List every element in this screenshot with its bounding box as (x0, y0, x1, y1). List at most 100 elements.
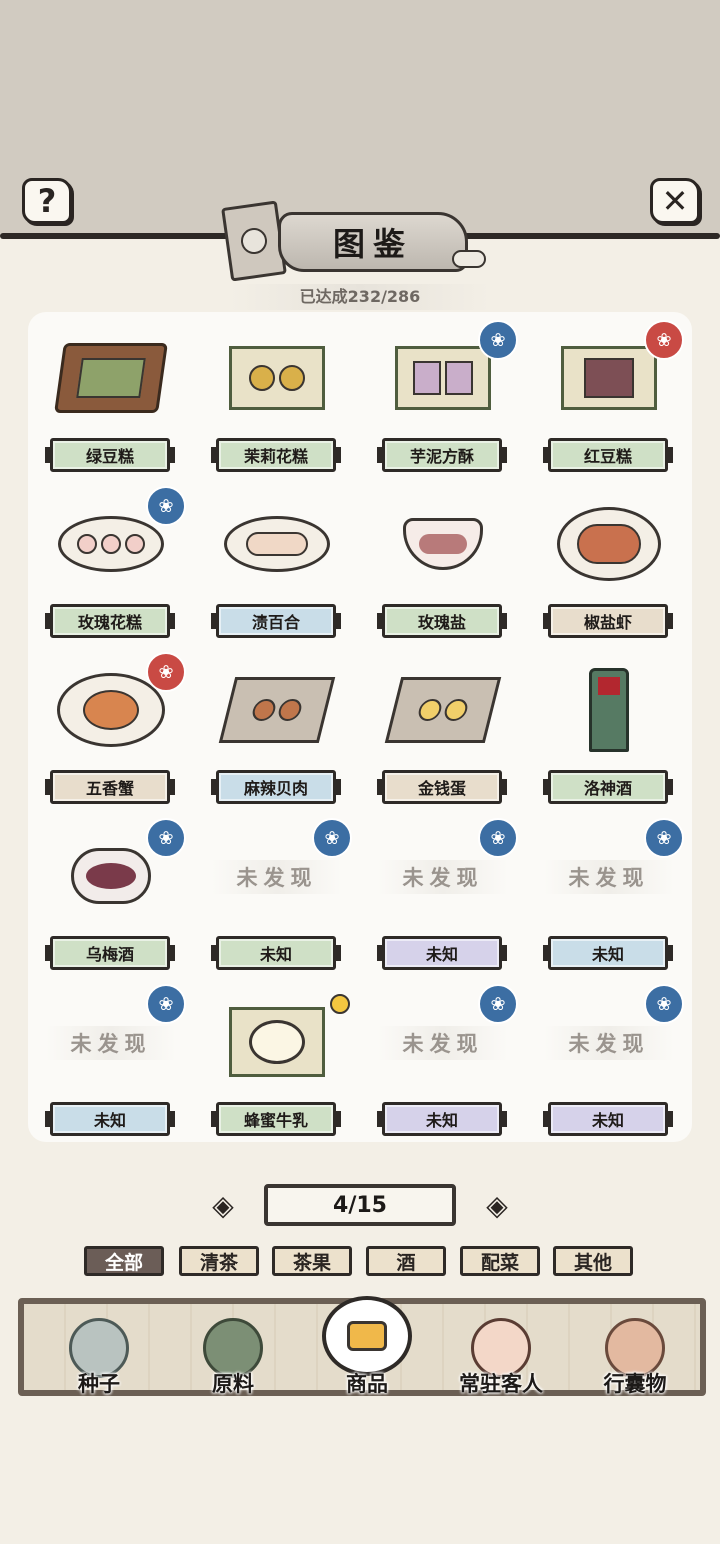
question-icon: ? (37, 182, 57, 220)
plate-shrimp-icon (544, 494, 674, 594)
red-ribbon-badge-icon: ❀ (644, 320, 684, 360)
bowl-rose-salt-icon (378, 494, 508, 594)
collection-item[interactable]: 未发现 ❀ 未知 (28, 984, 194, 1150)
item-name-label: 红豆糕 (543, 438, 673, 472)
book-flag-icon (221, 200, 287, 282)
nav-label: 常驻客人 (459, 1372, 543, 1396)
tab-snacks[interactable]: 茶果 (272, 1246, 352, 1276)
bamboo-tray-milk-bowl-icon (212, 992, 342, 1092)
red-ribbon-badge-icon: ❀ (146, 652, 186, 692)
item-name-label: 蜂蜜牛乳 (211, 1102, 341, 1136)
collection-item[interactable]: 玫瑰盐 (360, 486, 526, 652)
collection-item[interactable]: ❀ 五香蟹 (28, 652, 194, 818)
item-name-label: 未知 (377, 1102, 507, 1136)
nav-label: 种子 (78, 1372, 120, 1396)
collection-item[interactable]: ❀ 红豆糕 (526, 320, 692, 486)
nav-label: 商品 (346, 1372, 388, 1396)
item-name-label: 芋泥方酥 (377, 438, 507, 472)
plate-lily-icon (212, 494, 342, 594)
cloud-ornament-icon (452, 250, 486, 268)
nav-materials[interactable]: 原料 (168, 1304, 298, 1404)
item-name-label: 玫瑰花糕 (45, 604, 175, 638)
arrow-left-icon: ◈ (212, 1188, 234, 1222)
blue-ribbon-badge-icon: ❀ (478, 984, 518, 1024)
next-page-button[interactable]: ◈ (460, 1188, 534, 1222)
blue-ribbon-badge-icon: ❀ (644, 984, 684, 1024)
collection-grid: 绿豆糕 茉莉花糕 ❀ 芋泥方酥 ❀ 红豆糕 ❀ 玫瑰花糕 渍百合 玫瑰盐 椒盐虾 ❀ 五香蟹 麻辣贝肉 金钱… (28, 312, 692, 1142)
collection-item[interactable]: 茉莉花糕 (194, 320, 360, 486)
tray-scallops-icon (212, 660, 342, 760)
nav-goods[interactable]: 商品 (302, 1296, 432, 1404)
top-background (0, 0, 720, 236)
bronze-wine-cup-icon (544, 660, 674, 760)
close-icon: ✕ (661, 182, 689, 220)
item-name-label: 绿豆糕 (45, 438, 175, 472)
prev-page-button[interactable]: ◈ (186, 1188, 260, 1222)
collection-item[interactable]: 洛神酒 (526, 652, 692, 818)
nav-seeds[interactable]: 种子 (34, 1304, 164, 1404)
page-indicator: 4/15 (264, 1184, 456, 1226)
item-name-label: 麻辣贝肉 (211, 770, 341, 804)
undiscovered-placeholder: 未发现 (212, 860, 342, 894)
tray-eggs-icon (378, 660, 508, 760)
undiscovered-placeholder: 未发现 (378, 1026, 508, 1060)
tab-wine[interactable]: 酒 (366, 1246, 446, 1276)
item-name-label: 玫瑰盐 (377, 604, 507, 638)
blue-ribbon-badge-icon: ❀ (146, 818, 186, 858)
undiscovered-placeholder: 未发现 (378, 860, 508, 894)
tab-all[interactable]: 全部 (84, 1246, 164, 1276)
square-tray-cakes-icon (46, 328, 176, 428)
undiscovered-placeholder: 未发现 (544, 1026, 674, 1060)
blue-ribbon-badge-icon: ❀ (146, 486, 186, 526)
item-name-label: 金钱蛋 (377, 770, 507, 804)
collection-item[interactable]: 蜂蜜牛乳 (194, 984, 360, 1150)
collection-item[interactable]: 麻辣贝肉 (194, 652, 360, 818)
collection-item[interactable]: ❀ 乌梅酒 (28, 818, 194, 984)
nav-label: 行囊物 (603, 1372, 667, 1396)
collection-item[interactable]: 椒盐虾 (526, 486, 692, 652)
collection-item[interactable]: 金钱蛋 (360, 652, 526, 818)
undiscovered-placeholder: 未发现 (544, 860, 674, 894)
item-name-label: 未知 (377, 936, 507, 970)
tab-sides[interactable]: 配菜 (460, 1246, 540, 1276)
close-button[interactable]: ✕ (650, 178, 700, 224)
item-name-label: 乌梅酒 (45, 936, 175, 970)
blue-ribbon-badge-icon: ❀ (146, 984, 186, 1024)
collection-item[interactable]: 未发现 ❀ 未知 (194, 818, 360, 984)
item-name-label: 椒盐虾 (543, 604, 673, 638)
tab-other[interactable]: 其他 (553, 1246, 633, 1276)
collection-progress: 已达成232/286 (230, 284, 490, 310)
nav-inventory[interactable]: 行囊物 (570, 1304, 700, 1404)
page-title: 图鉴 (278, 212, 468, 272)
item-name-label: 未知 (543, 1102, 673, 1136)
blue-ribbon-badge-icon: ❀ (312, 818, 352, 858)
item-name-label: 未知 (45, 1102, 175, 1136)
collection-item[interactable]: 渍百合 (194, 486, 360, 652)
collection-item[interactable]: ❀ 玫瑰花糕 (28, 486, 194, 652)
item-name-label: 未知 (211, 936, 341, 970)
bee-icon (330, 994, 350, 1014)
item-name-label: 未知 (543, 936, 673, 970)
bamboo-tray-flower-cakes-icon (212, 328, 342, 428)
blue-ribbon-badge-icon: ❀ (478, 320, 518, 360)
blue-ribbon-badge-icon: ❀ (478, 818, 518, 858)
cake-plate-icon (322, 1296, 412, 1376)
item-name-label: 茉莉花糕 (211, 438, 341, 472)
item-name-label: 五香蟹 (45, 770, 175, 804)
item-name-label: 洛神酒 (543, 770, 673, 804)
bottom-nav: 种子 原料 商品 常驻客人 行囊物 (18, 1296, 706, 1396)
tab-tea[interactable]: 清茶 (179, 1246, 259, 1276)
undiscovered-placeholder: 未发现 (46, 1026, 176, 1060)
blue-ribbon-badge-icon: ❀ (644, 818, 684, 858)
collection-item[interactable]: 未发现 ❀ 未知 (526, 984, 692, 1150)
collection-item[interactable]: 未发现 ❀ 未知 (360, 818, 526, 984)
collection-item[interactable]: ❀ 芋泥方酥 (360, 320, 526, 486)
nav-guests[interactable]: 常驻客人 (436, 1304, 566, 1404)
category-tabs: 全部 清茶 茶果 酒 配菜 其他 (84, 1246, 644, 1278)
collection-item[interactable]: 未发现 ❀ 未知 (360, 984, 526, 1150)
help-button[interactable]: ? (22, 178, 72, 224)
collection-item[interactable]: 未发现 ❀ 未知 (526, 818, 692, 984)
arrow-right-icon: ◈ (486, 1188, 508, 1222)
collection-item[interactable]: 绿豆糕 (28, 320, 194, 486)
item-name-label: 渍百合 (211, 604, 341, 638)
